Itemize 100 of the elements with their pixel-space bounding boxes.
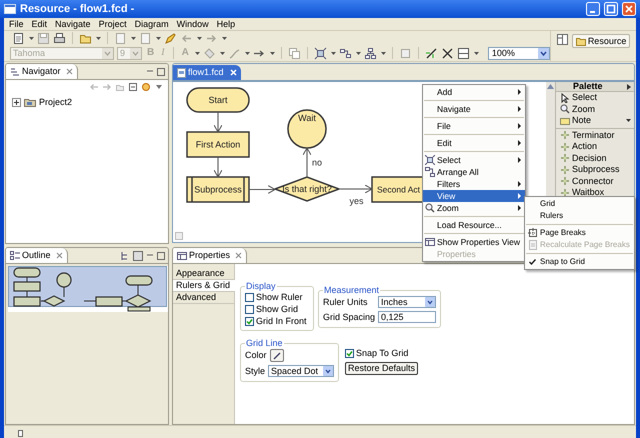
editor-tab[interactable]: flow1.fcd [173,65,241,80]
connector-arrow[interactable] [302,148,312,178]
palette-item[interactable]: Select [556,92,634,104]
connector-icon[interactable] [424,46,438,60]
node-label: Subprocess [194,184,242,194]
layout-icon[interactable] [338,46,352,60]
palette-item[interactable]: Subprocess [556,164,634,176]
menu-item[interactable]: Snap to Grid [525,256,634,268]
action-rectangle[interactable] [186,131,250,158]
checkbox[interactable] [345,349,354,358]
menu-item[interactable]: Project [94,20,131,28]
tree-layout-icon[interactable] [364,46,377,60]
close-button[interactable] [622,2,636,16]
close-icon[interactable] [235,252,242,259]
subprocess-rectangle[interactable] [186,176,250,203]
pencil-icon[interactable] [164,32,177,45]
view-tab[interactable]: Outline [6,248,68,263]
dropdown-caret-icon[interactable] [131,36,136,40]
scroll-up-icon[interactable] [547,84,554,89]
maximize-button[interactable] [604,2,618,16]
maximize-icon[interactable] [157,252,165,260]
wait-circle[interactable] [287,109,327,149]
minimize-button[interactable] [586,2,600,16]
section-tab[interactable]: Rulers & Grid [173,280,235,292]
dropdown-caret-icon[interactable] [626,119,631,122]
zoom-dropdown[interactable]: 100% [488,46,550,60]
thumbnail-view-icon[interactable] [133,250,143,260]
dropdown-caret-icon[interactable] [29,36,34,40]
dropdown-caret-icon[interactable] [270,52,275,55]
checkbox[interactable] [245,305,254,314]
dropdown-caret-icon[interactable] [356,52,361,55]
palette-item[interactable]: Connector [556,176,634,187]
connector-arrow[interactable] [338,184,372,194]
printer-icon[interactable] [53,32,66,45]
palette-item[interactable]: Zoom [556,104,634,115]
color-picker-button[interactable] [270,349,284,362]
connector-arrow[interactable] [214,112,222,132]
close-icon[interactable] [56,252,63,259]
dropdown-caret-icon[interactable] [197,36,202,40]
new-file-icon[interactable] [12,32,25,45]
perspective-button[interactable]: Resource [572,34,630,48]
connector-arrow[interactable] [214,156,222,178]
dropdown-caret-icon[interactable] [380,52,386,55]
menu-item[interactable]: Edit [423,137,525,149]
menu-item[interactable]: Load Resource... [423,219,525,231]
diagram-thumbnail-drawing[interactable] [8,266,168,312]
menu-item[interactable]: Grid [525,198,634,210]
menu-item[interactable]: Zoom [423,202,525,214]
menu-item[interactable]: Edit [28,20,52,28]
open-perspective-icon[interactable] [556,34,568,45]
dropdown-caret-icon[interactable] [96,36,101,40]
menu-item[interactable]: Filters [423,178,525,190]
menu-item[interactable]: Help [212,20,240,28]
palette-item[interactable]: Note [556,115,634,126]
tree-item[interactable]: Project2 [39,98,72,106]
dropdown-caret-icon[interactable] [156,36,161,40]
line-style-dropdown[interactable]: Spaced Dot [268,365,334,377]
dropdown-caret-icon[interactable] [474,52,479,55]
palette-item[interactable]: Action [556,141,634,152]
ruler-units-dropdown[interactable]: Inches [378,296,436,308]
line-color-icon[interactable] [228,46,241,60]
checkbox[interactable] [245,293,254,302]
decision-diamond[interactable] [272,176,342,202]
palette-item[interactable]: Waitbox [556,187,634,198]
checkbox[interactable] [245,317,254,326]
menu-item: Recalculate Page Breaks [525,239,634,251]
menu-item[interactable]: Arrange All [423,166,525,178]
menu-item[interactable]: Diagram [130,20,173,28]
section-tab[interactable]: Advanced [173,292,234,304]
restore-defaults-button[interactable]: Restore Defaults [345,362,418,375]
menu-item[interactable]: Show Properties View [423,236,525,248]
dropdown-caret-icon[interactable] [222,36,227,40]
view-tab[interactable]: Navigator [6,64,78,79]
menu-item[interactable]: Rulers [525,210,634,222]
grid-icon[interactable] [456,46,470,60]
expand-toggle-icon[interactable] [12,98,21,106]
palette-item[interactable]: Decision [556,152,634,164]
menu-item[interactable]: Page Breaks [525,227,634,239]
collapse-all-icon[interactable] [128,82,138,92]
menu-item[interactable]: File [423,120,525,132]
grid-spacing-field[interactable]: 0,125 [378,311,436,323]
menu-item[interactable]: View [423,190,525,202]
tree-view-icon[interactable] [120,250,130,260]
menu-item[interactable]: Window [172,20,213,28]
dropdown-caret-icon[interactable] [220,52,225,55]
palette-collapse-icon[interactable] [627,84,631,90]
maximize-icon[interactable] [157,68,165,76]
view-tab[interactable]: Properties [173,248,248,263]
menu-item[interactable]: Add [423,86,525,98]
menu-item[interactable]: Navigate [51,20,95,28]
dropdown-caret-icon[interactable] [244,52,250,55]
menu-item[interactable]: Navigate [423,103,525,115]
dropdown-caret-icon[interactable] [330,52,336,55]
connector-arrow[interactable] [248,185,276,194]
terminator-shape[interactable] [186,87,250,113]
close-icon[interactable] [66,68,73,75]
palette-item[interactable]: Terminator [556,130,634,141]
dropdown-caret-icon[interactable] [194,52,200,55]
menu-item[interactable]: Select [423,154,525,166]
menu-item[interactable]: File [5,20,28,28]
